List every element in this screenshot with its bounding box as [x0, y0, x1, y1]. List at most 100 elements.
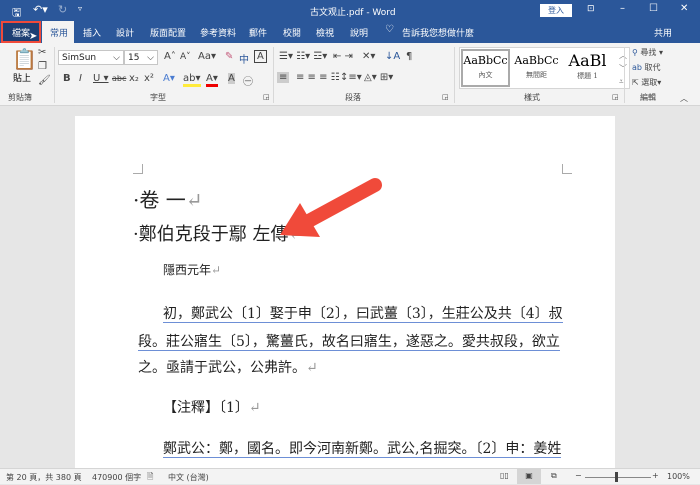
share-button[interactable]: 共用 — [654, 26, 672, 39]
clear-format-icon[interactable]: ✎ — [225, 51, 233, 62]
replace-button[interactable]: ab 取代 — [632, 62, 661, 73]
ribbon-tabs: 檔案 ➤ 常用 插入 設計 版面配置 參考資料 郵件 校閱 檢視 說明 ♡ 告訴我… — [0, 21, 700, 43]
align-buttons[interactable]: ≡ ≡ ≡ ☷ — [296, 72, 340, 83]
tell-me-box[interactable]: 告訴我您想做什麼 — [402, 26, 474, 39]
tab-mailings[interactable]: 郵件 — [249, 26, 267, 39]
web-layout-icon[interactable]: ⧉ — [551, 471, 557, 481]
redo-icon[interactable]: ↻ — [58, 3, 67, 16]
tab-label: 常用 — [50, 29, 69, 39]
ribbon-display-icon[interactable]: ⊡ — [587, 4, 595, 14]
underline-icon[interactable]: U ▾ — [93, 73, 109, 84]
tab-references[interactable]: 參考資料 — [200, 26, 236, 39]
font-group-label: 字型 — [150, 93, 166, 102]
editing-group-label: 編輯 — [640, 93, 656, 102]
paragraph-text: 初，鄭武公〔1〕娶于申〔2〕，曰武薑〔3〕，生莊公及共〔4〕叔 — [163, 306, 563, 323]
style-name: 內文 — [478, 71, 493, 79]
select-label: 選取 — [641, 78, 658, 87]
proofing-icon[interactable]: 🗎 — [147, 471, 153, 485]
heading-text: 卷 一 — [139, 188, 186, 212]
grow-font-icon[interactable]: A˄ — [164, 51, 176, 62]
enclose-char-icon[interactable]: ㊀ — [243, 73, 253, 88]
collapse-ribbon-icon[interactable]: ︿ — [680, 93, 688, 104]
align-left-icon[interactable]: ≡ — [277, 72, 290, 83]
strikethrough-icon[interactable]: abc — [112, 74, 126, 83]
paragraph-text: 鄭武公：鄭，國名。即今河南新鄭。武公,名掘突。〔2〕申：姜姓 — [163, 441, 562, 458]
styles-gallery[interactable]: AaBbCc 內文 AaBbCc 無間距 AaBl 標題 1 ︿ ﹀ ⩡ — [459, 47, 630, 89]
paste-icon[interactable]: 📋 — [12, 47, 37, 71]
signin-button[interactable]: 登入 — [540, 4, 572, 17]
change-case-icon[interactable]: Aa▾ — [198, 51, 216, 62]
text-effects-icon[interactable]: A▾ — [163, 73, 175, 84]
style-no-spacing[interactable]: AaBbCc 無間距 — [512, 51, 561, 89]
note-text: 【注釋】〔1〕 — [163, 400, 249, 416]
bullets-icon[interactable]: ☰▾ ☷▾ ☲▾ — [279, 51, 327, 62]
char-border-icon[interactable]: A — [254, 50, 267, 63]
shading-icon[interactable]: ◬▾ ⊞▾ — [364, 72, 393, 83]
indent-icons[interactable]: ⇤ ⇥ — [333, 51, 353, 62]
zoom-in-button[interactable]: + — [652, 471, 659, 480]
paragraph-line: 鄭武公：鄭，國名。即今河南新鄭。武公,名掘突。〔2〕申：姜姓 — [163, 438, 562, 458]
select-button[interactable]: ⇱ 選取▾ — [632, 77, 661, 88]
tab-design[interactable]: 設計 — [116, 26, 134, 39]
find-label: 尋找 — [640, 48, 657, 57]
paragraph-group-label: 段落 — [345, 93, 361, 102]
close-button[interactable]: ✕ — [680, 3, 688, 14]
styles-dialog-launcher[interactable]: ◲ — [612, 93, 619, 101]
bold-icon[interactable]: B — [63, 73, 71, 84]
page-count[interactable]: 第 20 頁，共 380 頁 — [6, 472, 82, 483]
tab-help[interactable]: 說明 — [350, 26, 368, 39]
maximize-button[interactable]: ☐ — [649, 3, 658, 14]
paragraph-line: 初，鄭武公〔1〕娶于申〔2〕，曰武薑〔3〕，生莊公及共〔4〕叔 — [163, 303, 563, 323]
font-color-icon[interactable]: A▾ — [206, 73, 218, 87]
styles-scroll[interactable]: ︿ ﹀ ⩡ — [619, 49, 627, 88]
cut-icon[interactable]: ✂ — [38, 47, 46, 58]
style-heading1[interactable]: AaBl 標題 1 — [563, 51, 612, 89]
lightbulb-icon: ♡ — [385, 24, 394, 35]
highlight-icon[interactable]: ab▾ — [183, 73, 201, 87]
font-size-select[interactable]: 15 ⌵ — [124, 50, 158, 65]
zoom-slider[interactable] — [585, 477, 651, 478]
tab-home[interactable]: 常用 — [42, 21, 74, 43]
language[interactable]: 中文 (台灣) — [168, 472, 209, 483]
status-bar: 第 20 頁，共 380 頁 470900 個字 🗎 中文 (台灣) ▯▯ ▣ … — [0, 468, 700, 484]
tab-insert[interactable]: 插入 — [83, 26, 101, 39]
paragraph-line: 之。亟請于武公，公弗許。↵ — [138, 360, 318, 376]
line-spacing-icon[interactable]: ↕≡▾ — [340, 72, 362, 83]
subscript-icon[interactable]: x₂ — [129, 73, 139, 84]
show-marks-icon[interactable]: ¶ — [406, 51, 412, 62]
minimize-button[interactable]: – — [620, 3, 625, 14]
zoom-level[interactable]: 100% — [667, 472, 690, 481]
style-name: 無間距 — [526, 71, 547, 79]
format-painter-icon[interactable]: 🖌 — [38, 75, 51, 86]
tab-review[interactable]: 校閱 — [283, 26, 301, 39]
tab-layout[interactable]: 版面配置 — [150, 26, 186, 39]
copy-icon[interactable]: ❐ — [38, 61, 47, 72]
customize-toolbar-icon[interactable]: ▿ — [78, 4, 82, 13]
undo-icon[interactable]: ↶▾ — [33, 3, 48, 16]
window-title: 古文观止.pdf - Word — [310, 8, 396, 18]
read-mode-icon[interactable]: ▯▯ — [500, 471, 509, 480]
char-shading-icon[interactable]: A — [228, 73, 235, 84]
phonetic-icon[interactable]: 中 — [239, 51, 249, 66]
paste-button[interactable]: 貼上 — [13, 71, 31, 84]
paragraph-text: 段。莊公寤生〔5〕，驚薑氏，故名曰寤生，遂惡之。愛共叔段，欲立 — [138, 334, 560, 351]
paragraph-dialog-launcher[interactable]: ◲ — [442, 93, 449, 101]
superscript-icon[interactable]: x² — [144, 73, 154, 84]
word-count[interactable]: 470900 個字 — [92, 472, 141, 483]
font-name-select[interactable]: SimSun ⌵ — [58, 50, 124, 65]
zoom-slider-thumb[interactable] — [615, 472, 618, 482]
style-normal[interactable]: AaBbCc 內文 — [461, 49, 510, 87]
zoom-out-button[interactable]: − — [575, 471, 582, 480]
cursor-icon: ➤ — [29, 31, 38, 42]
italic-icon[interactable]: I — [79, 73, 82, 84]
print-layout-icon[interactable]: ▣ — [517, 469, 541, 484]
find-button[interactable]: ⚲ 尋找 ▾ — [632, 47, 663, 58]
tab-view[interactable]: 檢視 — [316, 26, 334, 39]
tab-file[interactable]: 檔案 ➤ — [1, 21, 41, 43]
document-page[interactable]: ·卷 一↵ ·鄭伯克段于鄢 左傳↵ 隱西元年↵ 初，鄭武公〔1〕娶于申〔2〕，曰… — [75, 116, 615, 476]
asian-layout-icon[interactable]: ✕▾ — [362, 51, 375, 62]
shrink-font-icon[interactable]: A˅ — [180, 52, 191, 62]
tab-label: 檔案 — [12, 29, 31, 39]
sort-icon[interactable]: ↓A — [385, 51, 400, 62]
font-dialog-launcher[interactable]: ◲ — [263, 93, 270, 101]
